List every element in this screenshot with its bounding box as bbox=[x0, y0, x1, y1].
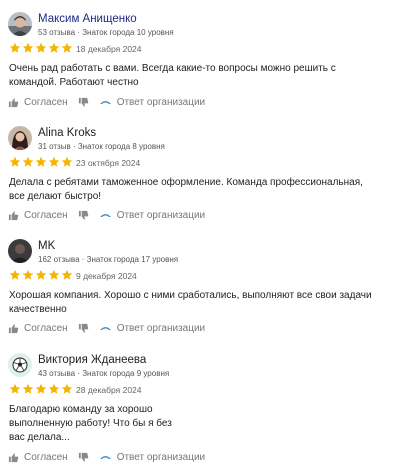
reviewer-meta: 43 отзыва · Знаток города 9 уровня bbox=[38, 369, 170, 378]
reviewer-name[interactable]: Alina Kroks bbox=[38, 127, 96, 139]
star-icon bbox=[48, 42, 60, 53]
star-icon bbox=[35, 269, 47, 280]
like-button[interactable]: Согласен bbox=[8, 210, 68, 221]
star-icon bbox=[9, 156, 21, 167]
reviewer-name[interactable]: MK bbox=[38, 240, 55, 252]
review-actions: Согласен Ответ организации bbox=[8, 208, 205, 222]
star-icon bbox=[61, 383, 73, 394]
organization-logo-icon bbox=[99, 327, 111, 330]
reviewer-meta: 162 отзыва · Знаток города 17 уровня bbox=[38, 255, 179, 264]
thumbs-up-icon bbox=[8, 210, 19, 220]
agree-label: Согласен bbox=[24, 96, 68, 108]
rating-stars bbox=[9, 156, 73, 169]
star-icon bbox=[35, 156, 47, 167]
star-icon bbox=[61, 156, 73, 167]
soccer-ball-icon bbox=[8, 353, 32, 377]
thumbs-down-icon[interactable] bbox=[78, 323, 89, 334]
star-icon bbox=[9, 269, 21, 280]
organization-logo-icon bbox=[99, 456, 111, 459]
org-reply-button[interactable]: Ответ организации bbox=[99, 210, 205, 221]
star-icon bbox=[22, 383, 34, 394]
review-text: Хорошая компания. Хорошо с ними сработал… bbox=[9, 290, 372, 315]
review-text: Делала с ребятами таможенное оформление.… bbox=[9, 177, 363, 202]
org-reply-label: Ответ организации bbox=[116, 209, 206, 221]
reviewer-name[interactable]: Максим Анищенко bbox=[38, 13, 137, 25]
org-reply-button[interactable]: Ответ организации bbox=[99, 452, 205, 463]
agree-label: Согласен bbox=[24, 322, 68, 334]
star-icon bbox=[22, 269, 34, 280]
star-icon bbox=[48, 383, 60, 394]
like-button[interactable]: Согласен bbox=[8, 323, 68, 334]
rating-stars bbox=[9, 383, 73, 396]
avatar[interactable] bbox=[8, 353, 32, 377]
org-reply-label: Ответ организации bbox=[116, 451, 206, 463]
rating-stars bbox=[9, 269, 73, 282]
review-actions: Согласен Ответ организации bbox=[8, 450, 205, 464]
review-card: MK 162 отзыва · Знаток города 17 уровня … bbox=[0, 239, 400, 339]
star-icon bbox=[35, 42, 47, 53]
star-icon bbox=[48, 269, 60, 280]
thumbs-up-icon bbox=[8, 452, 19, 462]
avatar[interactable] bbox=[8, 12, 32, 36]
agree-label: Согласен bbox=[24, 209, 68, 221]
review-actions: Согласен Ответ организации bbox=[8, 321, 205, 335]
star-icon bbox=[61, 269, 73, 280]
review-date: 23 октября 2024 bbox=[76, 158, 141, 168]
avatar[interactable] bbox=[8, 126, 32, 150]
star-icon bbox=[9, 383, 21, 394]
thumbs-up-icon bbox=[8, 97, 19, 107]
org-reply-button[interactable]: Ответ организации bbox=[99, 97, 205, 108]
thumbs-down-icon[interactable] bbox=[78, 97, 89, 108]
review-card: Максим Анищенко 53 отзыва · Знаток город… bbox=[0, 12, 400, 112]
star-icon bbox=[35, 383, 47, 394]
star-icon bbox=[61, 42, 73, 53]
thumbs-down-icon[interactable] bbox=[78, 452, 89, 463]
rating-stars bbox=[9, 42, 73, 55]
like-button[interactable]: Согласен bbox=[8, 452, 68, 463]
thumbs-down-icon[interactable] bbox=[78, 210, 89, 221]
review-text: Благодарю команду за хорошо выполненную … bbox=[9, 404, 172, 443]
reviewer-name[interactable]: Виктория Жданеева bbox=[38, 354, 146, 366]
star-icon bbox=[9, 42, 21, 53]
organization-logo-icon bbox=[99, 101, 111, 104]
agree-label: Согласен bbox=[24, 451, 68, 463]
review-actions: Согласен Ответ организации bbox=[8, 95, 205, 109]
thumbs-up-icon bbox=[8, 323, 19, 333]
review-date: 18 декабря 2024 bbox=[76, 44, 142, 54]
review-card: Виктория Жданеева 43 отзыва · Знаток гор… bbox=[0, 353, 400, 470]
reviewer-meta: 53 отзыва · Знаток города 10 уровня bbox=[38, 28, 174, 37]
org-reply-label: Ответ организации bbox=[116, 96, 206, 108]
avatar[interactable] bbox=[8, 239, 32, 263]
star-icon bbox=[48, 156, 60, 167]
review-card: Alina Kroks 31 отзыв · Знаток города 8 у… bbox=[0, 126, 400, 226]
star-icon bbox=[22, 42, 34, 53]
org-reply-button[interactable]: Ответ организации bbox=[99, 323, 205, 334]
review-date: 9 декабря 2024 bbox=[76, 271, 137, 281]
like-button[interactable]: Согласен bbox=[8, 97, 68, 108]
review-text: Очень рад работать с вами. Всегда какие-… bbox=[9, 63, 336, 88]
org-reply-label: Ответ организации bbox=[116, 322, 206, 334]
reviewer-meta: 31 отзыв · Знаток города 8 уровня bbox=[38, 142, 165, 151]
review-date: 28 декабря 2024 bbox=[76, 385, 142, 395]
organization-logo-icon bbox=[99, 214, 111, 217]
star-icon bbox=[22, 156, 34, 167]
